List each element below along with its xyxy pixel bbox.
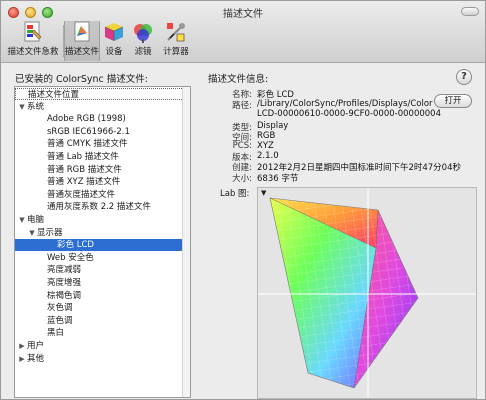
profile-row[interactable]: 通用灰度系数 2.2 描述文件 (15, 201, 190, 213)
disclosure-triangle-icon[interactable]: ▼ (17, 214, 27, 226)
profile-row[interactable]: ▼ 显示器 (15, 227, 190, 239)
disclosure-triangle-icon[interactable]: ▼ (17, 101, 27, 113)
profile-row[interactable]: 普通 Lab 描述文件 (15, 151, 190, 163)
profile-row-label: 普通灰度描述文件 (47, 189, 116, 200)
profile-row-label: 彩色 LCD (57, 240, 94, 251)
profile-row-label: 黑白 (47, 328, 65, 339)
profile-row[interactable]: 蓝色调 (15, 315, 190, 327)
profile-row-label: 描述文件位置 (28, 90, 80, 100)
profile-row-label: 普通 RGB 描述文件 (47, 164, 122, 175)
disclosure-triangle-icon[interactable]: ▼ (27, 227, 37, 239)
toolbar-toggle-button[interactable] (461, 7, 479, 16)
window-title: 描述文件 (223, 9, 263, 20)
profile-row-label: 电脑 (27, 215, 45, 225)
profile-row[interactable]: Web 安全色 (15, 252, 190, 264)
toolbar-label: 描述文件急救 (7, 47, 59, 57)
profile-row[interactable]: 描述文件位置 (15, 88, 190, 100)
profile-row-label: Web 安全色 (47, 252, 94, 263)
profile-row-label: Adobe RGB (1998) (47, 114, 126, 125)
main-content: 已安装的 ColorSync 描述文件: ▶ 其他 ▶ 用户 黑白 蓝色调 灰色调 棕褐色调 亮… (1, 64, 485, 399)
profile-row[interactable]: 亮度增强 (15, 277, 190, 289)
field-value-space: RGB (257, 131, 276, 141)
lab-plot-menu-icon[interactable]: ▼ (261, 189, 266, 197)
profile-row[interactable]: sRGB IEC61966-2.1 (15, 126, 190, 138)
profile-row-label: 蓝色调 (47, 315, 73, 326)
toolbar-filters-button[interactable]: 滤镜 (130, 21, 156, 61)
profile-row-label: 亮度减弱 (47, 265, 82, 276)
profile-row-label: 普通 CMYK 描述文件 (47, 139, 128, 150)
toolbar-label: 描述文件 (65, 47, 100, 57)
toolbar-devices-button[interactable]: 设备 (102, 21, 126, 61)
profile-row[interactable]: ▶ 用户 (15, 340, 190, 352)
first-aid-icon (24, 21, 42, 42)
profile-row-label: 其他 (27, 353, 45, 364)
toolbar-calculator-button[interactable]: 计算器 (160, 21, 192, 61)
device-cube-icon (104, 23, 124, 41)
profile-row-label: 灰色调 (47, 303, 73, 314)
profile-row-label: sRGB IEC61966-2.1 (47, 126, 130, 137)
field-label-path: 路径: (232, 101, 252, 111)
profile-list-scrollbar[interactable] (182, 87, 190, 397)
open-button[interactable]: 打开 (434, 94, 472, 108)
profile-info-heading: 描述文件信息: (208, 74, 269, 85)
profile-row[interactable]: 普通灰度描述文件 (15, 189, 190, 201)
profile-row-label: 通用灰度系数 2.2 描述文件 (47, 202, 151, 213)
profile-row-label: 系统 (27, 101, 45, 112)
disclosure-triangle-icon[interactable]: ▶ (17, 353, 27, 365)
profile-list[interactable]: ▶ 其他 ▶ 用户 黑白 蓝色调 灰色调 棕褐色调 亮度增强 亮度减弱 Web 安全色 彩色 LCD ▼… (14, 86, 191, 398)
profile-row[interactable]: 普通 CMYK 描述文件 (15, 138, 190, 150)
profile-row-selected[interactable]: 彩色 LCD (15, 239, 190, 252)
profile-row[interactable]: ▶ 其他 (15, 353, 190, 365)
disclosure-triangle-icon[interactable]: ▶ (17, 340, 27, 352)
help-button[interactable]: ? (456, 69, 472, 85)
field-label-pcs: PCS: (232, 141, 252, 151)
profile-row-label: 亮度增强 (47, 278, 82, 288)
profile-row[interactable]: ▼ 电脑 (15, 214, 190, 226)
profile-row-label: 用户 (27, 341, 45, 351)
field-value-type: Display (257, 121, 289, 131)
field-value-path-line2: LCD-00000610-0000-9CF0-0000-00000004 (257, 109, 441, 119)
title-bar: 描述文件 描述文件急救 描述文件 设备 滤镜 计算器 (1, 1, 485, 63)
profile-row-label: 显示器 (37, 227, 63, 238)
profile-row[interactable]: 棕褐色调 (15, 290, 190, 302)
profile-row[interactable]: 普通 RGB 描述文件 (15, 164, 190, 176)
toolbar-label: 计算器 (163, 47, 189, 57)
field-label-size: 大小: (232, 174, 252, 184)
profile-icon (74, 21, 90, 42)
profile-row[interactable]: 黑白 (15, 327, 190, 339)
toolbar-first-aid-button[interactable]: 描述文件急救 (5, 21, 61, 61)
lab-plot-label: Lab 图: (220, 189, 250, 199)
toolbar-label: 设备 (105, 47, 123, 57)
profile-row[interactable]: 灰色调 (15, 302, 190, 314)
installed-profiles-heading: 已安装的 ColorSync 描述文件: (15, 74, 148, 85)
profile-row[interactable]: 普通 XYZ 描述文件 (15, 176, 190, 188)
field-value-version: 2.1.0 (257, 151, 279, 161)
toolbar-profiles-button[interactable]: 描述文件 (64, 21, 100, 61)
profile-row-label: 普通 Lab 描述文件 (47, 152, 119, 162)
profile-row-label: 棕褐色调 (47, 290, 82, 301)
toolbar-label: 滤镜 (134, 47, 152, 57)
lab-gamut-plot[interactable] (258, 188, 476, 398)
lab-plot-view[interactable]: ▼ (257, 187, 477, 399)
profile-row-label: 普通 XYZ 描述文件 (47, 177, 121, 188)
field-value-pcs: XYZ (257, 141, 274, 151)
profile-row[interactable]: Adobe RGB (1998) (15, 113, 190, 125)
filter-icon (134, 24, 152, 43)
profile-row[interactable]: 亮度减弱 (15, 264, 190, 276)
profile-row[interactable]: ▼ 系统 (15, 101, 190, 113)
calculator-icon (167, 23, 185, 42)
field-value-size: 6836 字节 (257, 174, 299, 184)
field-value-path: /Library/ColorSync/Profiles/Displays/Col… (257, 99, 433, 109)
colorsync-utility-window: 描述文件 描述文件急救 描述文件 设备 滤镜 计算器 已安装的 ColorSyn… (0, 0, 486, 400)
